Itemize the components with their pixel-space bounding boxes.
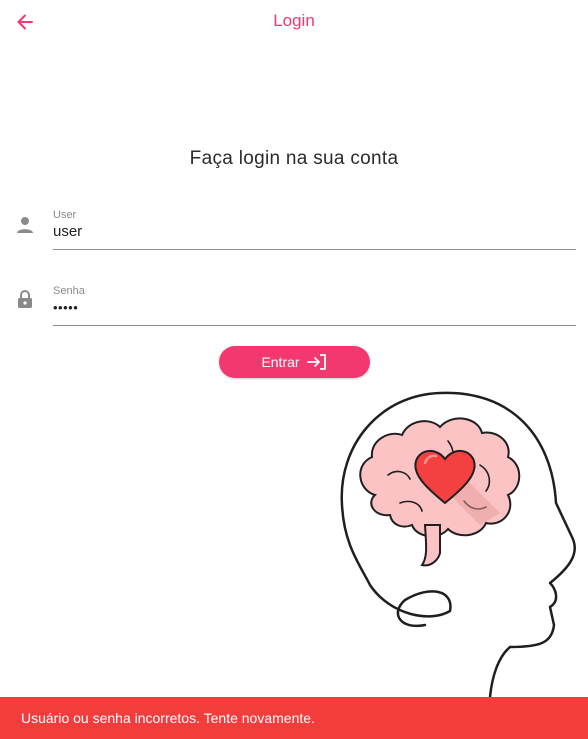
error-message: Usuário ou senha incorretos. Tente novam… xyxy=(21,710,315,726)
enter-button[interactable]: Entrar xyxy=(219,346,370,378)
brain-heart-illustration xyxy=(340,391,576,699)
page-title: Login xyxy=(273,11,315,30)
app-bar: Login xyxy=(0,0,588,44)
password-label: Senha xyxy=(53,285,85,297)
password-underline xyxy=(53,325,576,326)
login-heading: Faça login na sua conta xyxy=(189,148,399,169)
error-snackbar: Usuário ou senha incorretos. Tente novam… xyxy=(0,697,588,739)
user-underline xyxy=(53,249,576,250)
lock-icon xyxy=(18,290,32,308)
password-field: Senha ••••• xyxy=(0,281,588,331)
user-label: User xyxy=(53,209,77,221)
person-icon xyxy=(17,217,33,233)
user-field: User xyxy=(0,205,588,255)
password-input[interactable]: ••••• xyxy=(53,300,576,315)
user-input[interactable] xyxy=(53,223,576,240)
login-icon xyxy=(306,354,326,370)
enter-button-label: Entrar xyxy=(261,354,300,370)
